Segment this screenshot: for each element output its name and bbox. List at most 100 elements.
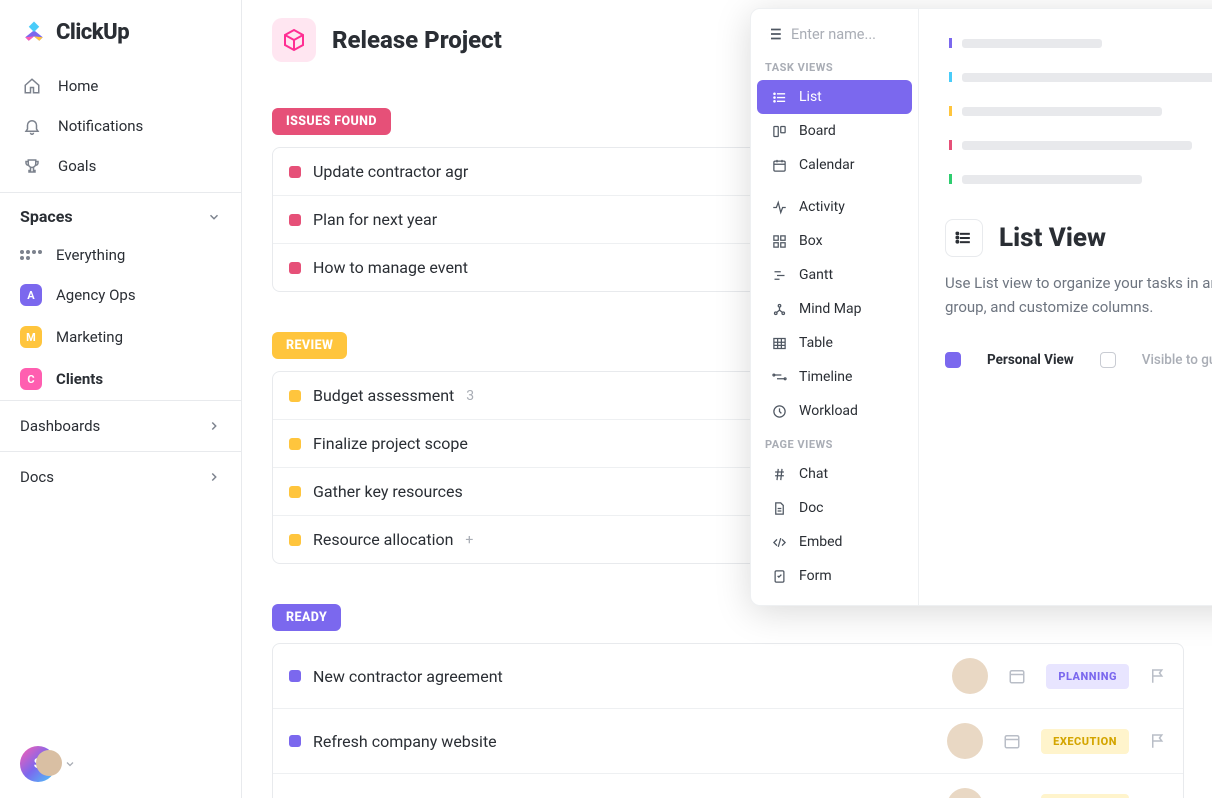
task-title: Refresh company website xyxy=(313,732,497,751)
view-option-box[interactable]: Box xyxy=(757,224,912,258)
sidebar-space-clients[interactable]: CClients xyxy=(0,358,241,400)
sidebar-item-label: Everything xyxy=(56,246,125,264)
workload-icon xyxy=(771,403,787,419)
task-row[interactable]: Update key objectives 5 EXECUTION xyxy=(273,773,1183,798)
sidebar-space-agency-ops[interactable]: AAgency Ops xyxy=(0,274,241,316)
view-option-embed[interactable]: Embed xyxy=(757,525,912,559)
sidebar-item-everything[interactable]: Everything xyxy=(0,236,241,274)
view-option-table[interactable]: Table xyxy=(757,326,912,360)
task-status-dot[interactable] xyxy=(289,166,301,178)
main-content: Release Project ISSUES FOUND Update cont… xyxy=(242,0,1212,798)
task-title: Budget assessment xyxy=(313,386,454,405)
nav-item-goals[interactable]: Goals xyxy=(0,146,241,186)
task-list: New contractor agreement PLANNING Refres… xyxy=(272,643,1184,798)
brand-name: ClickUp xyxy=(56,20,129,45)
view-option-form[interactable]: Form xyxy=(757,559,912,593)
timeline-icon xyxy=(771,369,787,385)
add-view-popover: TASK VIEWS ListBoardCalendarActivityBoxG… xyxy=(750,8,1212,606)
view-option-activity[interactable]: Activity xyxy=(757,190,912,224)
task-status-dot[interactable] xyxy=(289,735,301,747)
task-title: Gather key resources xyxy=(313,482,463,501)
spaces-header-label: Spaces xyxy=(20,207,73,226)
page-title: Release Project xyxy=(332,26,502,54)
task-row[interactable]: New contractor agreement PLANNING xyxy=(273,644,1183,708)
calendar-icon xyxy=(771,157,787,173)
view-option-label: Chat xyxy=(799,466,828,482)
sidebar-section-docs[interactable]: Docs xyxy=(0,451,241,502)
task-status-dot[interactable] xyxy=(289,214,301,226)
subtask-count: 3 xyxy=(466,388,474,404)
sidebar: ClickUp HomeNotificationsGoals Spaces Ev… xyxy=(0,0,242,798)
task-tag[interactable]: EXECUTION xyxy=(1041,729,1129,754)
view-option-chat[interactable]: Chat xyxy=(757,457,912,491)
view-detail-title: List View xyxy=(999,223,1106,253)
view-option-label: Box xyxy=(799,233,823,249)
space-badge: M xyxy=(20,326,42,348)
preview-row xyxy=(949,101,1212,121)
activity-icon xyxy=(771,199,787,215)
chevron-down-icon xyxy=(64,758,76,770)
personal-view-label: Personal View xyxy=(987,352,1074,368)
project-icon[interactable] xyxy=(272,18,316,62)
task-status-dot[interactable] xyxy=(289,438,301,450)
due-date-icon[interactable] xyxy=(1008,667,1026,685)
home-icon xyxy=(22,76,42,96)
assignee-avatar[interactable] xyxy=(952,658,988,694)
task-status-dot[interactable] xyxy=(289,390,301,402)
nav-item-notifications[interactable]: Notifications xyxy=(0,106,241,146)
chevron-right-icon xyxy=(207,419,221,433)
space-badge: A xyxy=(20,284,42,306)
personal-view-checkbox[interactable] xyxy=(945,352,961,368)
task-title: How to manage event xyxy=(313,258,468,277)
spaces-header[interactable]: Spaces xyxy=(0,192,241,236)
view-option-label: Doc xyxy=(799,500,824,516)
group-status-label[interactable]: ISSUES FOUND xyxy=(272,108,391,135)
priority-flag-icon[interactable] xyxy=(1149,732,1167,750)
visible-guests-checkbox[interactable] xyxy=(1100,352,1116,368)
view-option-list[interactable]: List xyxy=(757,80,912,114)
space-badge: C xyxy=(20,368,42,390)
view-option-label: Mind Map xyxy=(799,301,861,317)
assignee-avatar[interactable] xyxy=(947,723,983,759)
view-option-timeline[interactable]: Timeline xyxy=(757,360,912,394)
view-option-label: Table xyxy=(799,335,833,351)
task-title: Finalize project scope xyxy=(313,434,468,453)
due-date-icon[interactable] xyxy=(1003,732,1021,750)
task-status-dot[interactable] xyxy=(289,262,301,274)
task-tag[interactable]: PLANNING xyxy=(1046,664,1129,689)
group-status-label[interactable]: REVIEW xyxy=(272,332,347,359)
sidebar-space-marketing[interactable]: MMarketing xyxy=(0,316,241,358)
task-status-dot[interactable] xyxy=(289,486,301,498)
user-menu[interactable]: S xyxy=(0,730,241,798)
view-option-mind-map[interactable]: Mind Map xyxy=(757,292,912,326)
priority-flag-icon[interactable] xyxy=(1149,667,1167,685)
sidebar-section-dashboards[interactable]: Dashboards xyxy=(0,400,241,451)
task-status-dot[interactable] xyxy=(289,670,301,682)
section-label: Docs xyxy=(20,468,54,486)
mindmap-icon xyxy=(771,301,787,317)
view-name-input[interactable] xyxy=(791,26,904,43)
view-preview-panel: List View Use List view to organize your… xyxy=(919,9,1212,605)
embed-icon xyxy=(771,534,787,550)
view-option-label: Calendar xyxy=(799,157,855,173)
task-tag[interactable]: EXECUTION xyxy=(1041,794,1129,798)
task-meta: EXECUTION xyxy=(947,723,1167,759)
add-subtask-icon[interactable]: + xyxy=(465,532,473,548)
group-status-label[interactable]: READY xyxy=(272,604,341,631)
task-status-dot[interactable] xyxy=(289,534,301,546)
task-title: New contractor agreement xyxy=(313,667,503,686)
form-icon xyxy=(771,568,787,584)
view-option-workload[interactable]: Workload xyxy=(757,394,912,428)
view-option-doc[interactable]: Doc xyxy=(757,491,912,525)
assignee-avatar[interactable] xyxy=(947,788,983,798)
task-row[interactable]: Refresh company website EXECUTION xyxy=(273,708,1183,773)
view-option-board[interactable]: Board xyxy=(757,114,912,148)
view-option-gantt[interactable]: Gantt xyxy=(757,258,912,292)
view-option-calendar[interactable]: Calendar xyxy=(757,148,912,182)
view-option-label: Embed xyxy=(799,534,842,550)
view-option-label: Timeline xyxy=(799,369,852,385)
task-title: Plan for next year xyxy=(313,210,437,229)
brand-logo[interactable]: ClickUp xyxy=(0,0,241,60)
nav-item-home[interactable]: Home xyxy=(0,66,241,106)
preview-row xyxy=(949,135,1212,155)
